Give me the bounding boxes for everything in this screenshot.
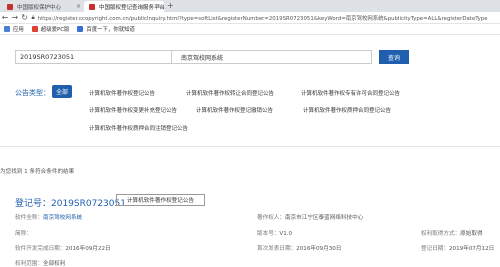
site-favicon-icon	[7, 3, 13, 10]
address-bar[interactable]: https://register.ccopyright.com.cn/publi…	[38, 14, 500, 22]
bookmark-favicon-icon	[31, 26, 38, 32]
category-exclusive-license[interactable]: 计算机软件著作权专有许可合同登记公告	[301, 89, 400, 97]
lock-icon[interactable]: 🔒︎	[31, 14, 34, 22]
browser-tab-strip: 中国版权保护中心 × 中国版权登记查询服务平台 × +	[0, 0, 500, 12]
tab-copyright-center[interactable]: 中国版权保护中心 ×	[2, 1, 84, 12]
category-pledge-cancel[interactable]: 计算机软件著作权质押合同注销登记公告	[89, 124, 188, 132]
forward-icon[interactable]: →	[10, 13, 20, 22]
registration-number-title[interactable]: 登记号：2019SR0723051	[15, 196, 126, 209]
bookmarks-bar: 应用 超级爱PC版 百度一下，你就知道	[0, 24, 500, 35]
register-date-field: 登记日期：2019年07月12日	[421, 246, 495, 252]
dev-date-field: 软件开发完成日期：2016年09月22日	[15, 246, 111, 252]
close-icon[interactable]: ×	[156, 3, 161, 10]
category-pledge[interactable]: 计算机软件著作权质押合同登记公告	[303, 106, 391, 114]
software-name-value[interactable]: 南京驾校网系统	[43, 215, 82, 221]
bookmark-pc[interactable]: 超级爱PC版	[31, 25, 69, 33]
owner-field: 著作权人：南京市江宁区泰蓝网络科技中心	[257, 215, 364, 221]
publish-date-field: 首次发表日期：2016年09月30日	[257, 246, 342, 252]
tab-label: 中国版权登记查询服务平台	[99, 4, 164, 11]
result-count: 为您找到 1 条符合条件的结果	[0, 169, 75, 175]
register-number-input[interactable]: 2019SR0723051	[15, 50, 172, 64]
new-tab-button[interactable]: +	[167, 1, 174, 10]
search-button[interactable]: 查询	[379, 50, 409, 64]
paw-icon	[77, 26, 84, 32]
acquisition-field: 权利取得方式：原始取得	[421, 231, 483, 237]
close-icon[interactable]: ×	[76, 3, 81, 10]
abbreviation-field: 简称：	[15, 231, 32, 237]
apps-grid-icon	[4, 26, 10, 32]
keyword-input[interactable]: 南京驾校网系统	[172, 50, 372, 64]
back-icon[interactable]: ←	[0, 13, 10, 22]
category-change[interactable]: 计算机软件著作权变更补充登记公告	[89, 106, 177, 114]
software-name-field: 软件全称：南京驾校网系统	[15, 215, 83, 221]
tab-label: 中国版权保护中心	[17, 4, 62, 11]
category-transfer[interactable]: 计算机软件著作权转让合同登记公告	[186, 89, 274, 97]
reload-icon[interactable]: ↻	[20, 13, 30, 22]
announcement-type-badge: 计算机软件著作权登记公告	[116, 194, 205, 206]
bookmark-apps[interactable]: 应用	[4, 25, 24, 33]
category-registration[interactable]: 计算机软件著作权登记公告	[89, 89, 155, 97]
category-all-button[interactable]: 全部	[52, 85, 72, 98]
browser-toolbar: ← → ↻ 🔒︎ https://register.ccopyright.com…	[0, 12, 500, 24]
bookmark-baidu[interactable]: 百度一下，你就知道	[77, 25, 135, 33]
category-label: 公告类型：	[15, 89, 50, 97]
category-revocation[interactable]: 计算机软件著作权登记撤销公告	[196, 106, 273, 114]
tab-register-query[interactable]: 中国版权登记查询服务平台 ×	[84, 1, 164, 12]
rights-scope-field: 权利范围：全部权利	[15, 261, 66, 267]
version-field: 版本号：V1.0	[257, 231, 293, 237]
site-favicon-icon	[89, 3, 95, 10]
divider	[0, 146, 500, 147]
